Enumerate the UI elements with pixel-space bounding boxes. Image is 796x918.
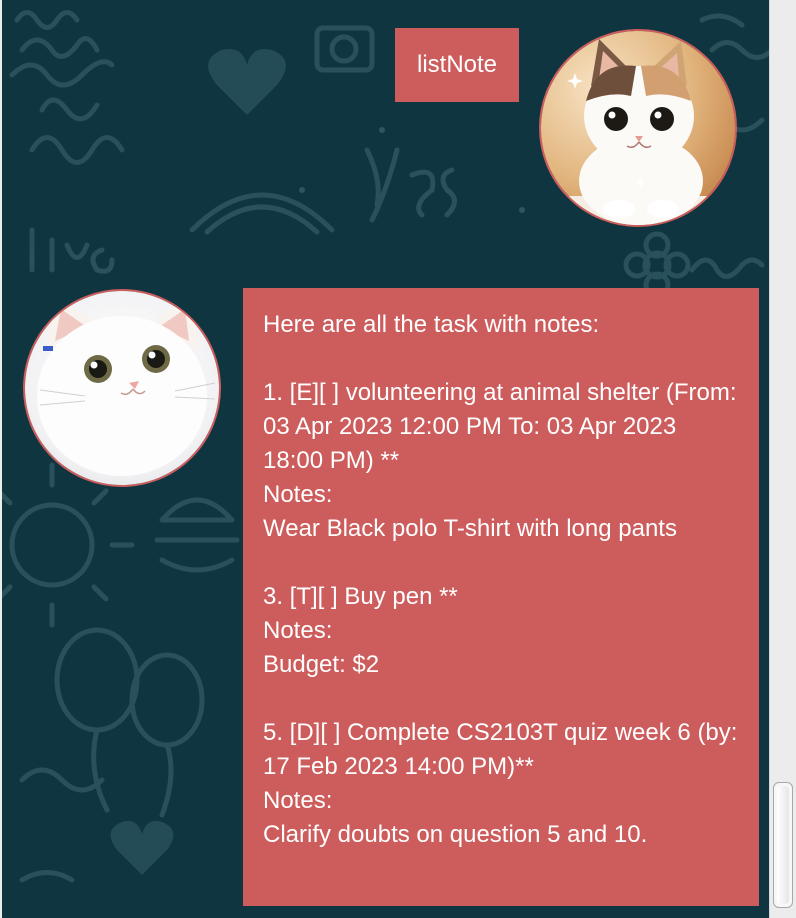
user-message-text: listNote — [416, 51, 498, 78]
user-message-bubble: listNote — [395, 28, 519, 102]
white-kitten-avatar-icon — [25, 291, 219, 485]
calico-kitten-avatar-icon — [541, 31, 735, 225]
bot-message-text: Here are all the task with notes: 1. [E]… — [263, 311, 738, 848]
chat-window: listNote Here are all the task with note… — [0, 0, 796, 918]
scrollbar-thumb[interactable] — [773, 782, 793, 908]
user-avatar — [539, 29, 737, 227]
chat-scroll-pane[interactable]: listNote Here are all the task with note… — [2, 0, 769, 918]
vertical-scrollbar[interactable] — [769, 0, 796, 918]
bot-avatar — [23, 289, 221, 487]
bot-message-bubble: Here are all the task with notes: 1. [E]… — [243, 288, 759, 906]
